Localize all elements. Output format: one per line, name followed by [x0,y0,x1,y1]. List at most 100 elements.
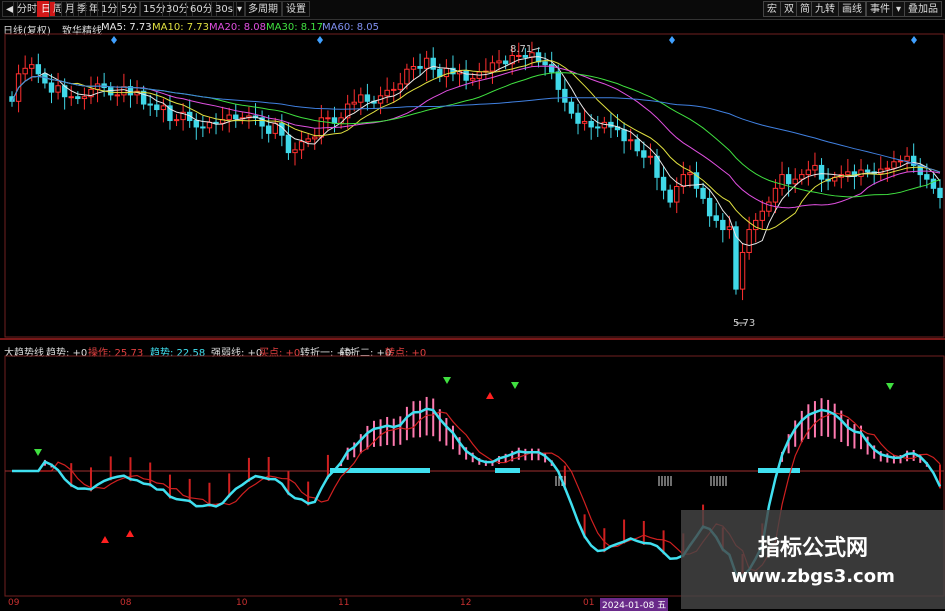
candle-body-44 [298,141,305,151]
tool-button-7[interactable]: 叠加品 [904,1,942,17]
candle-body-87 [581,120,588,124]
candle-body-100 [667,189,673,203]
tool-button-0[interactable]: 宏 [763,1,781,17]
ma5-legend: MA5: 7.73 [101,22,152,33]
candle-body-127 [845,171,851,176]
candle-body-107 [713,215,719,221]
event-marker-0 [111,36,117,44]
candle-body-119 [792,178,798,185]
x-axis-label-0: 09 [8,598,20,608]
x-axis-label-6: 2024-01-08 五 [600,598,669,611]
candle-body-56 [377,95,384,104]
candle-body-135 [897,160,904,163]
candle-body-72 [483,70,489,73]
zero-band-0 [330,468,430,473]
period-toolbar: ◀ 分时日周月季年 1分 5分 15分 30分 60分 30s ▾ 多周期 设置宏双简九转 画线 事件 ▾… [0,0,945,20]
event-marker-3 [911,36,917,44]
candle-body-7 [55,85,61,93]
candle-body-110 [733,226,739,290]
candle-body-32 [219,119,226,124]
chart-mode-label: 日线(复权) [3,26,51,37]
indicator-name: 大趋势线 [4,348,44,359]
period-tab-8[interactable]: 5分 [117,1,142,17]
candle-body-77 [516,54,522,57]
candle-body-134 [891,161,897,169]
candle-body-8 [61,85,68,98]
candle-body-128 [851,171,858,177]
candle-body-85 [568,101,575,114]
candle-body-30 [206,121,213,129]
candle-body-124 [825,178,831,182]
ma10-legend: MA10: 7.73 [152,22,210,33]
candle-body-10 [75,96,81,100]
candle-body-40 [272,122,278,134]
candle-body-19 [134,90,140,96]
candle-body-62 [417,65,423,69]
candle-body-63 [423,57,430,69]
candle-body-82 [548,64,555,73]
candle-body-69 [463,70,469,81]
high-price-label: 8.71 [510,44,533,55]
candle-body-115 [766,201,772,212]
candle-body-116 [772,187,779,203]
candle-body-67 [450,67,456,75]
candle-body-101 [674,186,680,203]
candle-body-96 [641,150,647,158]
candle-body-48 [325,117,331,120]
candle-body-112 [746,229,752,253]
event-marker-1 [317,36,323,44]
candle-body-86 [575,112,581,124]
candle-body-70 [470,77,476,81]
candle-body-51 [344,103,351,119]
candle-body-4 [35,64,42,75]
x-axis-label-4: 12 [460,598,472,608]
candle-body-58 [391,88,397,91]
candle-body-60 [404,68,410,85]
indicator-value-8: 转点: +0 [385,348,427,359]
candle-body-138 [917,164,923,176]
candle-body-94 [627,139,634,142]
period-tab-14[interactable]: 多周期 [244,1,282,17]
ma60-line [11,75,941,173]
candle-body-15 [108,87,114,96]
period-tab-15[interactable]: 设置 [282,1,310,17]
candle-body-91 [608,121,614,128]
candle-body-25 [173,119,180,122]
watermark: 指标公式网 www.zbgs3.com [681,510,945,609]
candle-body-59 [397,83,404,90]
indicator-value-2: 操作: 25.73 [88,348,144,359]
candle-body-2 [22,67,28,75]
candle-body-136 [904,155,910,162]
tool-button-3[interactable]: 九转 [811,1,839,17]
candle-body-41 [279,122,285,136]
indicator-value-3: 趋势: 22.58 [150,348,206,359]
candle-body-0 [9,96,15,102]
candle-body-78 [522,54,529,58]
x-axis-label-5: 01 [583,598,595,608]
candle-body-55 [371,100,377,104]
candle-body-43 [292,149,298,154]
ma20-line [11,65,941,209]
candle-body-88 [588,120,594,128]
tool-button-4[interactable]: 画线 [838,1,866,17]
candle-body-13 [94,83,101,90]
candle-body-73 [489,62,496,72]
candle-body-141 [937,187,943,198]
candle-body-113 [753,219,759,231]
candle-body-36 [246,115,252,119]
candle-body-98 [654,155,660,178]
candle-body-57 [384,89,390,97]
indicator-value-7: 转折二: +0 [340,348,392,359]
candle-body-9 [68,96,74,99]
candle-body-105 [700,187,706,199]
candle-body-74 [496,60,502,64]
candle-body-28 [193,120,199,128]
candle-body-99 [660,176,667,191]
zero-band-1 [495,468,520,473]
ma30-legend: MA30: 8.17 [266,22,324,33]
candle-body-80 [535,52,542,63]
ma5-line [11,56,941,247]
candle-body-20 [140,90,147,105]
tool-button-5[interactable]: 事件 [866,1,894,17]
candle-body-89 [595,126,601,129]
